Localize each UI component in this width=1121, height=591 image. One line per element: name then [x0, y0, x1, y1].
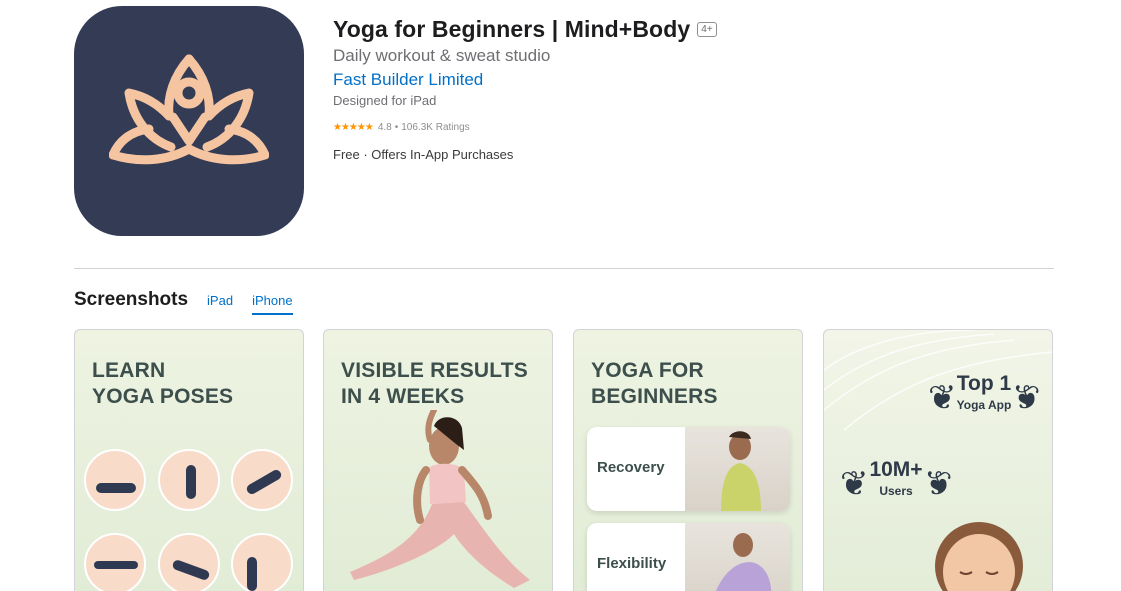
badge-title: 10M+ — [869, 458, 923, 481]
card-label: Flexibility — [597, 555, 667, 572]
headline-line-1: VISIBLE RESULTS — [341, 359, 528, 382]
screenshot-headline: VISIBLE RESULTS IN 4 WEEKS — [341, 358, 528, 410]
app-icon — [74, 6, 304, 236]
screenshot-2[interactable]: VISIBLE RESULTS IN 4 WEEKS — [323, 329, 553, 591]
app-title-text: Yoga for Beginners | Mind+Body — [333, 16, 691, 42]
pose-thumbnail — [84, 449, 146, 511]
app-info: Yoga for Beginners | Mind+Body 4+ Daily … — [333, 16, 717, 162]
rating-separator: • — [394, 122, 399, 133]
avatar-illustration — [935, 522, 1023, 591]
yoga-model-photo — [350, 410, 530, 588]
screenshot-headline: YOGA FOR BEGINNERS — [591, 358, 718, 410]
card-label: Recovery — [597, 459, 665, 476]
rating-row: ★★★★★ 4.8 • 106.3K Ratings — [333, 122, 717, 133]
pose-thumbnail — [231, 449, 293, 511]
headline-line-1: YOGA FOR — [591, 359, 704, 382]
screenshots-title: Screenshots — [74, 289, 189, 310]
screenshot-1[interactable]: LEARN YOGA POSES — [74, 329, 304, 591]
laurel-badge-top-app: ❦ ❦ Top 1 Yoga App — [928, 370, 1040, 434]
designed-for-label: Designed for iPad — [333, 93, 437, 108]
screenshot-3[interactable]: YOGA FOR BEGINNERS Recovery Flexibility — [573, 329, 803, 591]
headline-line-2: BEGINNERS — [591, 385, 718, 408]
developer-link[interactable]: Fast Builder Limited — [333, 70, 483, 90]
app-subtitle: Daily workout & sweat studio — [333, 46, 551, 65]
pose-thumbnail — [158, 449, 220, 511]
card-photo — [685, 427, 790, 511]
rating-value: 4.8 — [377, 122, 392, 133]
app-title: Yoga for Beginners | Mind+Body 4+ — [333, 16, 717, 43]
tab-iphone[interactable]: iPhone — [252, 293, 293, 315]
headline-line-1: LEARN — [92, 359, 166, 382]
screenshot-4[interactable]: ❦ ❦ Top 1 Yoga App ❦ ❦ 10M+ Users — [823, 329, 1053, 591]
pose-thumbnail — [231, 533, 293, 591]
headline-line-2: YOGA POSES — [92, 385, 234, 408]
ratings-count: 106.3K Ratings — [401, 122, 470, 133]
star-rating-icon: ★★★★★ — [333, 122, 374, 133]
laurel-badge-users: ❦ ❦ 10M+ Users — [840, 456, 952, 520]
card-photo — [685, 523, 790, 591]
pose-thumbnail — [84, 533, 146, 591]
badge-subtitle: Yoga App — [956, 398, 1012, 412]
badge-title: Top 1 — [956, 372, 1012, 395]
screenshots-header: Screenshots iPad iPhone — [74, 289, 293, 315]
price-label: Free · Offers In-App Purchases — [333, 147, 514, 162]
headline-line-2: IN 4 WEEKS — [341, 385, 465, 408]
pose-thumbnail — [158, 533, 220, 591]
screenshot-headline: LEARN YOGA POSES — [92, 358, 233, 410]
section-divider — [74, 268, 1054, 269]
age-rating-badge: 4+ — [697, 22, 717, 37]
lotus-icon — [109, 54, 269, 165]
tab-ipad[interactable]: iPad — [207, 293, 233, 313]
category-card-recovery[interactable]: Recovery — [587, 427, 790, 511]
category-card-flexibility[interactable]: Flexibility — [587, 523, 790, 591]
badge-subtitle: Users — [879, 484, 913, 498]
